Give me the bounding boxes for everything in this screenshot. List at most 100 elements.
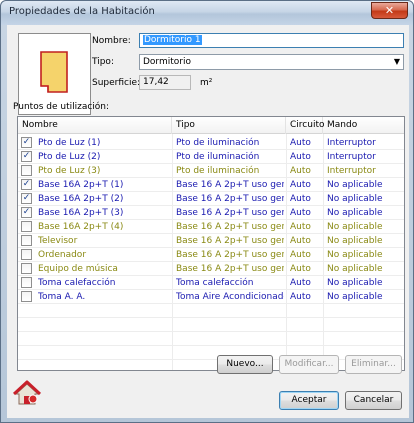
aceptar-button[interactable]: Aceptar: [279, 391, 339, 410]
cell-nombre: Base 16A 2p+T (4): [38, 222, 124, 232]
cell-mando: No aplicable: [327, 264, 383, 274]
cell-circuito: Auto: [290, 194, 311, 204]
nombre-input[interactable]: Dormitorio 1: [139, 33, 404, 48]
cell-mando: No aplicable: [327, 208, 383, 218]
cell-tipo: Base 16 A 2p+T uso gen...: [176, 264, 284, 274]
tipo-label: Tipo:: [92, 57, 114, 67]
table-row[interactable]: ✓ Pto de Luz (2) Pto de iluminación Auto Int…: [18, 150, 404, 164]
nuevo-button[interactable]: Nuevo...: [217, 355, 273, 374]
cell-circuito: Auto: [290, 180, 311, 190]
checkmark-icon: ✓: [22, 137, 31, 147]
list-header: Nombre Tipo Circuito Mando: [18, 117, 404, 134]
tipo-value: Dormitorio: [143, 57, 191, 67]
row-divider: [18, 247, 404, 248]
table-row[interactable]: Toma calefacción Toma calefacción Auto No a…: [18, 276, 404, 290]
column-header-mando[interactable]: Mando: [323, 117, 404, 134]
house-icon: [12, 380, 42, 408]
utilization-points-list[interactable]: Nombre Tipo Circuito Mando ✓ Pto de Luz (…: [17, 116, 405, 371]
dialog-window: Propiedades de la Habitación ✕ Nombre: D…: [0, 0, 414, 423]
cell-circuito: Auto: [290, 278, 311, 288]
checkmark-icon: ✓: [22, 207, 31, 217]
checkmark-icon: ✓: [22, 151, 31, 161]
cell-mando: No aplicable: [327, 180, 383, 190]
row-divider: [18, 233, 404, 234]
cell-circuito: Auto: [290, 222, 311, 232]
row-checkbox[interactable]: ✓: [21, 207, 32, 218]
modificar-button[interactable]: Modificar...: [279, 355, 339, 374]
cell-circuito: Auto: [290, 264, 311, 274]
row-checkbox[interactable]: ✓: [21, 193, 32, 204]
cell-mando: No aplicable: [327, 194, 383, 204]
superficie-value: 17,42: [143, 77, 169, 87]
checkmark-icon: ✓: [22, 193, 31, 203]
eliminar-button[interactable]: Eliminar...: [345, 355, 402, 374]
cell-tipo: Toma Aire Acondicionado: [176, 292, 284, 302]
close-icon: ✕: [384, 4, 395, 17]
cell-mando: No aplicable: [327, 222, 383, 232]
cell-circuito: Auto: [290, 208, 311, 218]
column-header-circuito[interactable]: Circuito: [286, 117, 324, 134]
cell-mando: No aplicable: [327, 236, 383, 246]
table-row[interactable]: Base 16A 2p+T (4) Base 16 A 2p+T uso gen.…: [18, 220, 404, 234]
table-row[interactable]: ✓ Pto de Luz (1) Pto de iluminación Auto Int…: [18, 136, 404, 150]
cell-nombre: Pto de Luz (3): [38, 166, 101, 176]
row-checkbox[interactable]: ✓: [21, 137, 32, 148]
cell-mando: Interruptor: [327, 152, 376, 162]
window-title: Propiedades de la Habitación: [9, 6, 155, 17]
cell-nombre: Equipo de música: [38, 264, 118, 274]
cell-tipo: Pto de iluminación: [176, 152, 260, 162]
cell-circuito: Auto: [290, 138, 311, 148]
cell-nombre: Toma calefacción: [38, 278, 116, 288]
row-checkbox[interactable]: ✓: [21, 179, 32, 190]
cell-mando: Interruptor: [327, 138, 376, 148]
close-button[interactable]: ✕: [371, 2, 408, 19]
table-row[interactable]: Ordenador Base 16 A 2p+T uso gen... Auto No…: [18, 248, 404, 262]
row-divider: [18, 219, 404, 220]
row-divider: [18, 163, 404, 164]
cell-nombre: Base 16A 2p+T (1): [38, 180, 124, 190]
cell-circuito: Auto: [290, 250, 311, 260]
cell-tipo: Base 16 A 2p+T uso gen...: [176, 222, 284, 232]
cell-tipo: Base 16 A 2p+T uso gen...: [176, 236, 284, 246]
superficie-label: Superficie:: [92, 78, 141, 88]
table-row[interactable]: ✓ Base 16A 2p+T (1) Base 16 A 2p+T uso gen…: [18, 178, 404, 192]
superficie-unit: m²: [200, 78, 213, 88]
row-checkbox[interactable]: [21, 235, 32, 246]
nombre-value: Dormitorio 1: [143, 35, 202, 45]
table-row[interactable]: Televisor Base 16 A 2p+T uso gen... Auto No…: [18, 234, 404, 248]
table-row[interactable]: Pto de Luz (3) Pto de iluminación Auto Inte…: [18, 164, 404, 178]
checkmark-icon: ✓: [22, 179, 31, 189]
cell-circuito: Auto: [290, 166, 311, 176]
cell-nombre: Ordenador: [38, 250, 87, 260]
cell-circuito: Auto: [290, 236, 311, 246]
dialog-client: Nombre: Dormitorio 1 Tipo: Dormitorio ▼ …: [7, 25, 409, 418]
cell-tipo: Base 16 A 2p+T uso gen...: [176, 180, 284, 190]
cell-circuito: Auto: [290, 292, 311, 302]
cancelar-button[interactable]: Cancelar: [345, 391, 402, 410]
row-checkbox[interactable]: [21, 263, 32, 274]
table-row[interactable]: Toma A. A. Toma Aire Acondicionado Auto No …: [18, 290, 404, 304]
column-header-tipo[interactable]: Tipo: [172, 117, 286, 134]
column-header-nombre[interactable]: Nombre: [18, 117, 172, 134]
row-checkbox[interactable]: [21, 221, 32, 232]
row-divider: [18, 317, 404, 318]
cell-mando: No aplicable: [327, 278, 383, 288]
row-checkbox[interactable]: [21, 165, 32, 176]
row-checkbox[interactable]: [21, 277, 32, 288]
nombre-label: Nombre:: [92, 36, 131, 46]
cell-mando: Interruptor: [327, 166, 376, 176]
title-bar[interactable]: Propiedades de la Habitación ✕: [1, 1, 413, 25]
table-row[interactable]: ✓ Base 16A 2p+T (3) Base 16 A 2p+T uso gen…: [18, 206, 404, 220]
tipo-select[interactable]: Dormitorio ▼: [139, 54, 404, 70]
cell-tipo: Base 16 A 2p+T uso gen...: [176, 194, 284, 204]
row-divider: [18, 177, 404, 178]
cell-mando: No aplicable: [327, 250, 383, 260]
table-row[interactable]: ✓ Base 16A 2p+T (2) Base 16 A 2p+T uso gen…: [18, 192, 404, 206]
row-checkbox[interactable]: [21, 291, 32, 302]
table-row[interactable]: Equipo de música Base 16 A 2p+T uso gen..…: [18, 262, 404, 276]
row-checkbox[interactable]: [21, 249, 32, 260]
row-checkbox[interactable]: ✓: [21, 151, 32, 162]
cell-tipo: Pto de iluminación: [176, 138, 260, 148]
chevron-down-icon[interactable]: ▼: [394, 55, 400, 69]
row-divider: [18, 289, 404, 290]
